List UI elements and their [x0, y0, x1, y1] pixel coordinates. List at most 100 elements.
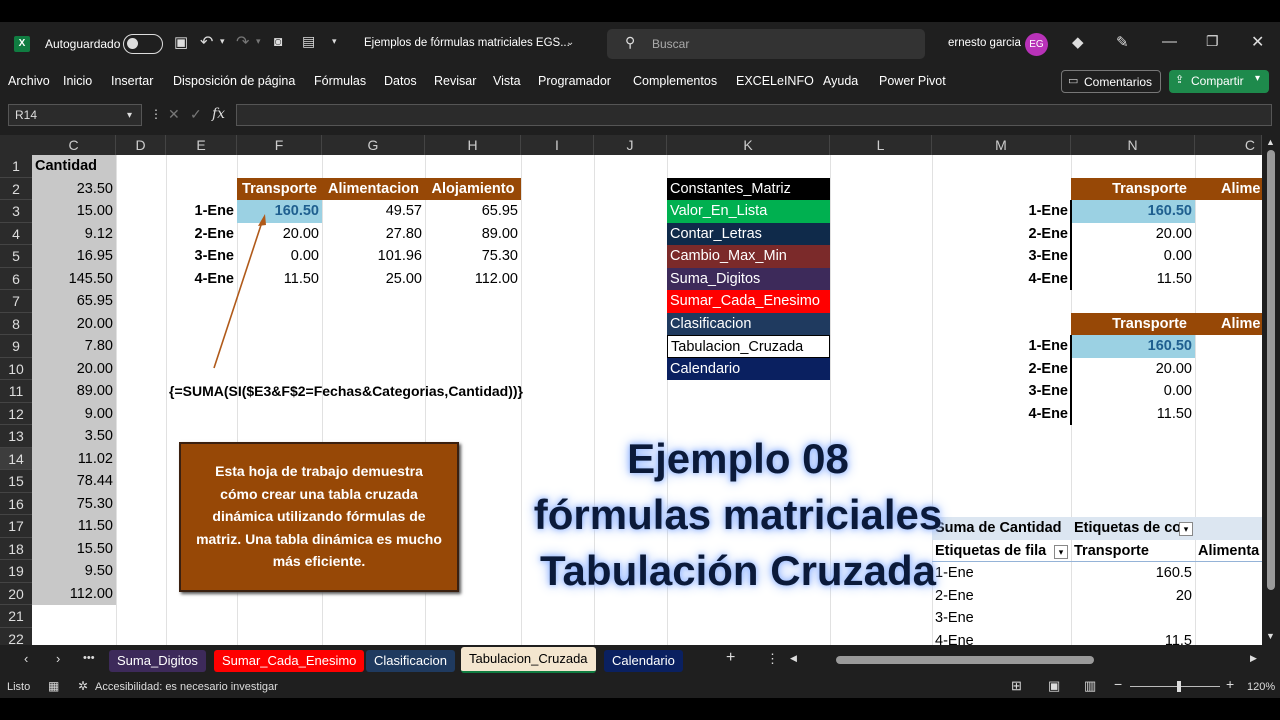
macro-record-icon[interactable]: ▦ [48, 679, 59, 693]
accessibility-status[interactable]: Accesibilidad: es necesario investigar [95, 681, 278, 693]
pivot-cell[interactable] [1071, 607, 1195, 630]
crosstab-cell[interactable]: 101.96 [322, 245, 425, 268]
cantidad-cell[interactable]: 9.50 [32, 560, 116, 583]
more-tabs-icon[interactable]: ••• [83, 652, 95, 664]
row-header[interactable]: 18 [0, 538, 32, 560]
right-table1-row-label[interactable]: 4-Ene [932, 268, 1071, 291]
pivot-row-filter-icon[interactable]: ▾ [1054, 545, 1068, 559]
tab-suma-digitos[interactable]: Suma_Digitos [109, 650, 206, 672]
page-break-view-icon[interactable]: ▥ [1084, 678, 1096, 694]
row-header[interactable]: 12 [0, 403, 32, 425]
redo-dropdown-icon[interactable]: ▾ [256, 36, 261, 47]
pivot-column-filter-icon[interactable]: ▾ [1179, 522, 1193, 536]
scroll-down-icon[interactable]: ▼ [1266, 631, 1275, 641]
row-header[interactable]: 1 [0, 155, 32, 178]
hscroll-right-icon[interactable]: ▶ [1250, 653, 1257, 664]
menu-formulas[interactable]: Fórmulas [314, 74, 366, 88]
pivot-row-label[interactable]: 3-Ene [932, 607, 1071, 630]
undo-dropdown-icon[interactable]: ▾ [220, 36, 225, 47]
minimize-icon[interactable]: — [1162, 33, 1177, 50]
user-name[interactable]: ernesto garcia [948, 37, 1021, 49]
column-header[interactable]: C [1195, 135, 1262, 155]
menu-insertar[interactable]: Insertar [111, 74, 153, 88]
row-header[interactable]: 11 [0, 380, 32, 403]
more-options-icon[interactable]: ⋮ [150, 107, 162, 121]
restore-icon[interactable]: ❐ [1206, 33, 1219, 50]
row-header[interactable]: 6 [0, 268, 32, 290]
row-header[interactable]: 15 [0, 470, 32, 493]
avatar[interactable]: EG [1025, 33, 1048, 56]
column-header[interactable]: C [32, 135, 116, 155]
tab-clasificacion[interactable]: Clasificacion [366, 650, 455, 672]
tab-tabulacion-cruzada[interactable]: Tabulacion_Cruzada [461, 647, 596, 673]
pivot-column-labels[interactable]: Etiquetas de co [1071, 517, 1195, 540]
menu-archivo[interactable]: Archivo [8, 74, 50, 88]
pen-icon[interactable]: ✎ [1116, 33, 1129, 51]
normal-view-icon[interactable]: ⊞ [1011, 678, 1022, 694]
menu-vista[interactable]: Vista [493, 74, 521, 88]
right-table2-row-label[interactable]: 3-Ene [932, 380, 1071, 403]
cantidad-cell[interactable]: 20.00 [32, 357, 116, 380]
right-table2-cell[interactable]: 0.00 [1071, 380, 1195, 403]
right-table2-header[interactable]: Alime [1195, 312, 1262, 335]
row-header[interactable]: 21 [0, 605, 32, 628]
pivot-row-label[interactable]: 4-Ene [932, 630, 1071, 646]
constant-item-sumar-cada-enesimo[interactable]: Sumar_Cada_Enesimo [667, 290, 830, 313]
row-header[interactable]: 10 [0, 358, 32, 380]
row-header[interactable]: 20 [0, 583, 32, 605]
page-layout-view-icon[interactable]: ▣ [1048, 678, 1060, 694]
right-table1-cell[interactable]: 0.00 [1071, 245, 1195, 268]
scroll-up-icon[interactable]: ▲ [1266, 137, 1275, 147]
menu-exceleinfo[interactable]: EXCELeINFO [736, 74, 814, 88]
zoom-slider-thumb[interactable] [1177, 681, 1181, 692]
right-table1-header[interactable]: Transporte [1071, 177, 1195, 200]
cantidad-cell[interactable]: 145.50 [32, 267, 116, 290]
confirm-entry-icon[interactable]: ✓ [190, 106, 202, 123]
row-header[interactable]: 17 [0, 515, 32, 538]
note-box[interactable]: Esta hoja de trabajo demuestra cómo crea… [179, 442, 459, 592]
menu-datos[interactable]: Datos [384, 74, 417, 88]
row-header[interactable]: 16 [0, 493, 32, 515]
row-header[interactable]: 5 [0, 245, 32, 268]
menu-disposicion[interactable]: Disposición de página [173, 74, 295, 88]
menu-complementos[interactable]: Complementos [633, 74, 717, 88]
tab-calendario[interactable]: Calendario [604, 650, 683, 672]
menu-powerpivot[interactable]: Power Pivot [879, 74, 946, 88]
insert-function-icon[interactable]: fx [212, 106, 225, 122]
column-header[interactable]: L [830, 135, 932, 155]
vertical-scrollbar[interactable]: ▲ ▼ [1262, 135, 1280, 645]
crosstab-header[interactable]: Alojamiento [425, 177, 521, 200]
right-table2-cell[interactable]: 160.50 [1071, 335, 1195, 358]
crosstab-cell[interactable]: 25.00 [322, 268, 425, 291]
constant-item-calendario[interactable]: Calendario [667, 357, 830, 380]
cantidad-cell[interactable]: 11.50 [32, 515, 116, 538]
formula-input[interactable] [236, 104, 1272, 126]
cantidad-cell[interactable]: 9.00 [32, 402, 116, 425]
right-table1-cell[interactable]: 160.50 [1071, 200, 1195, 223]
cantidad-cell[interactable]: 112.00 [32, 582, 116, 605]
pivot-cell[interactable]: 11.5 [1071, 630, 1195, 646]
cantidad-cell[interactable]: 65.95 [32, 290, 116, 313]
autosave-toggle[interactable] [123, 34, 163, 54]
right-table2-row-label[interactable]: 2-Ene [932, 358, 1071, 381]
row-header[interactable]: 19 [0, 560, 32, 583]
constant-item-clasificacion[interactable]: Clasificacion [667, 312, 830, 335]
constant-item-valor-en-lista[interactable]: Valor_En_Lista [667, 200, 830, 223]
right-table1-cell[interactable]: 20.00 [1071, 223, 1195, 246]
share-button[interactable]: ⇪ Compartir ▾ [1169, 70, 1269, 93]
cantidad-cell[interactable]: 7.80 [32, 335, 116, 358]
cantidad-cell[interactable]: 89.00 [32, 380, 116, 403]
row-header[interactable]: 8 [0, 313, 32, 335]
add-sheet-icon[interactable]: + [726, 649, 735, 667]
cantidad-cell[interactable]: 15.00 [32, 200, 116, 223]
name-box-dropdown-icon[interactable]: ▾ [127, 106, 132, 126]
redo-icon[interactable]: ↷ [236, 32, 249, 52]
form-icon[interactable]: ▤ [302, 33, 315, 50]
crosstab-cell[interactable]: 89.00 [425, 223, 521, 246]
crosstab-cell[interactable]: 27.80 [322, 223, 425, 246]
save-icon[interactable]: ▣ [174, 33, 188, 51]
crosstab-header[interactable]: Alimentacion [322, 177, 425, 200]
right-table1-row-label[interactable]: 3-Ene [932, 245, 1071, 268]
crosstab-cell[interactable]: 49.57 [322, 200, 425, 223]
row-header[interactable]: 4 [0, 223, 32, 245]
